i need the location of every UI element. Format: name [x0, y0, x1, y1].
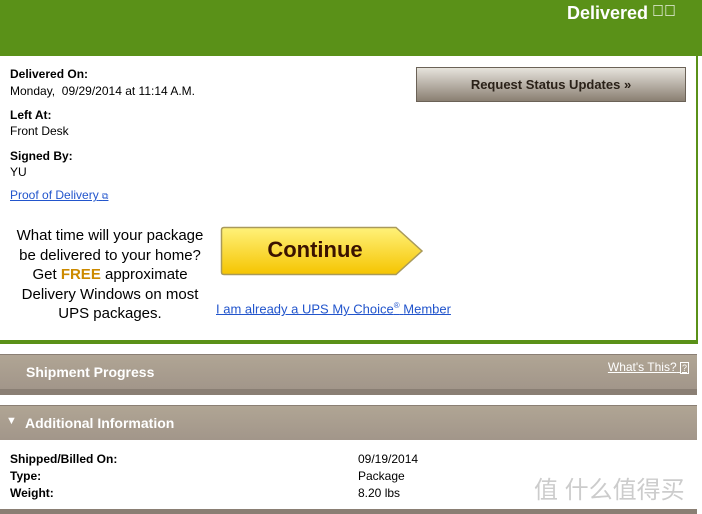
help-icon: ? [679, 362, 689, 374]
signed-by-value: YU [10, 165, 27, 179]
registered-mark: ® [393, 301, 400, 310]
additional-information-header[interactable]: ▼ Additional Information [0, 405, 697, 440]
status-header: Delivered ✓⃝ [0, 0, 702, 56]
info-row: Shipped/Billed On: 09/19/2014 [10, 451, 418, 468]
proof-of-delivery-link[interactable]: Proof of Delivery ⧉ [10, 188, 108, 202]
promo-get: Get [32, 266, 57, 283]
request-status-updates-button[interactable]: Request Status Updates » [416, 67, 686, 102]
member-link-text: I am already a UPS My Choice [216, 301, 394, 317]
info-row: Weight: 8.20 lbs [10, 485, 418, 502]
promo-text: What time will your package be delivered… [10, 226, 210, 324]
left-at-value: Front Desk [10, 124, 69, 138]
delivered-on-value: Monday, 09/29/2014 at 11:14 A.M. [10, 84, 196, 98]
shipment-progress-header[interactable]: Shipment Progress What's This? ? [0, 354, 697, 395]
delivered-on-label: Delivered On: [10, 67, 89, 81]
status-text: Delivered [566, 3, 648, 23]
info-value: 8.20 lbs [358, 486, 401, 500]
shipment-progress-title: Shipment Progress [26, 364, 155, 380]
delivery-panel: Delivered On: Monday, 09/29/2014 at 11:1… [0, 56, 698, 344]
info-value: 09/19/2014 [358, 452, 419, 466]
popup-icon: ⧉ [102, 191, 109, 201]
proof-link-text: Proof of Delivery [10, 188, 99, 202]
info-label: Type: [10, 469, 42, 483]
watermark: 值 什么值得买 [534, 477, 685, 504]
check-circle-icon: ✓⃝ [652, 3, 676, 20]
info-row: Type: Package [10, 468, 418, 485]
info-label: Shipped/Billed On: [10, 452, 118, 466]
continue-label: Continue [267, 237, 363, 262]
signed-by-label: Signed By: [10, 149, 73, 163]
member-link-tail: Member [403, 301, 451, 317]
promo-free: FREE [60, 266, 101, 283]
continue-button[interactable]: Continue [220, 226, 424, 276]
whats-this-link[interactable]: What's This? ? [608, 360, 689, 374]
left-at-label: Left At: [10, 108, 52, 122]
triangle-down-icon: ▼ [6, 415, 17, 427]
promo-line1: What time will your package be delivered… [16, 227, 204, 264]
additional-info-table: Shipped/Billed On: 09/19/2014 Type: Packag… [10, 451, 418, 502]
bottom-bar [0, 509, 697, 514]
additional-information-title: Additional Information [25, 415, 175, 431]
my-choice-member-link[interactable]: I am already a UPS My Choice® Member [216, 301, 451, 316]
info-label: Weight: [10, 486, 54, 500]
whats-this-text: What's This? [607, 360, 677, 374]
info-value: Package [358, 469, 405, 483]
